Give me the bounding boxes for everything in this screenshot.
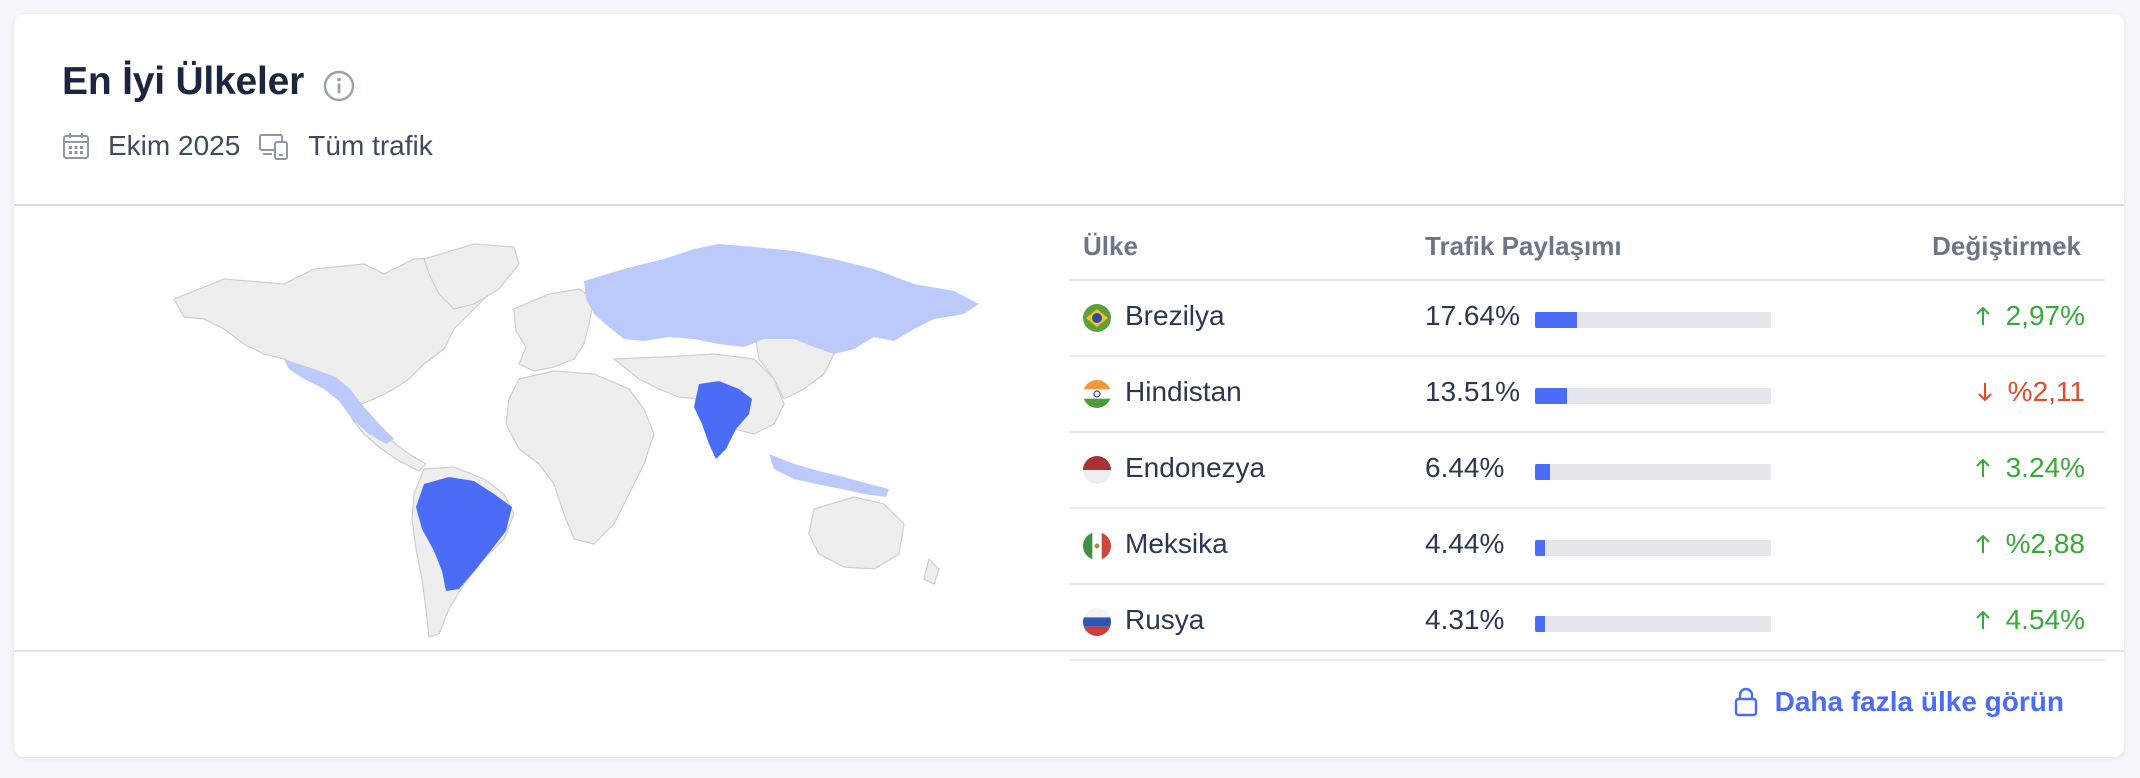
table-row[interactable]: Hindistan 13.51% %2,11 bbox=[1069, 357, 2105, 433]
russia-flag-icon bbox=[1083, 608, 1111, 636]
header-divider bbox=[14, 204, 2124, 206]
world-map bbox=[173, 243, 979, 638]
country-name: Hindistan bbox=[1125, 376, 1242, 407]
card-title: En İyi Ülkeler bbox=[62, 60, 305, 103]
map-africa bbox=[505, 370, 655, 545]
country-name: Brezilya bbox=[1125, 300, 1225, 331]
top-countries-card: En İyi Ülkeler Ekim 2025 Tüm trafik Ülke… bbox=[14, 14, 2124, 757]
country-name: Meksika bbox=[1125, 528, 1228, 559]
change-text: 4.54% bbox=[2005, 604, 2085, 635]
share-bar-fill bbox=[1535, 464, 1551, 480]
card-meta: Ekim 2025 Tüm trafik bbox=[62, 126, 433, 166]
change-text: %2,88 bbox=[2005, 528, 2085, 559]
column-header-share: Trafik Paylaşımı bbox=[1425, 231, 1622, 261]
column-header-change: Değiştirmek bbox=[1932, 231, 2081, 261]
arrow-up-icon bbox=[1975, 306, 1990, 325]
map-europe bbox=[513, 288, 595, 372]
share-bar bbox=[1535, 616, 1771, 632]
share-value: 13.51% bbox=[1425, 376, 1520, 407]
share-bar bbox=[1535, 312, 1771, 328]
arrow-up-icon bbox=[1975, 534, 1990, 553]
column-header-country: Ülke bbox=[1083, 231, 1138, 261]
map-australia bbox=[808, 496, 905, 570]
country-name: Endonezya bbox=[1125, 452, 1266, 483]
change-value: 4.54% bbox=[1974, 604, 2085, 636]
change-value: %2,88 bbox=[1974, 528, 2085, 560]
traffic-filter[interactable]: Tüm trafik bbox=[258, 130, 433, 162]
table-row[interactable]: Brezilya 17.64% 2,97% bbox=[1069, 281, 2105, 357]
share-bar-fill bbox=[1535, 540, 1546, 556]
share-bar-fill bbox=[1535, 616, 1546, 632]
india-flag-icon bbox=[1083, 380, 1111, 408]
map-russia bbox=[584, 244, 979, 354]
share-bar-fill bbox=[1535, 312, 1577, 328]
date-filter[interactable]: Ekim 2025 bbox=[62, 130, 240, 162]
lock-icon bbox=[1734, 687, 1757, 717]
share-value: 4.44% bbox=[1425, 528, 1505, 559]
arrow-up-icon bbox=[1975, 458, 1990, 477]
table-row[interactable]: Meksika 4.44% %2,88 bbox=[1069, 509, 2105, 585]
map-india bbox=[694, 381, 752, 459]
date-label: Ekim 2025 bbox=[108, 130, 241, 161]
footer-divider bbox=[14, 650, 2124, 652]
info-icon[interactable] bbox=[322, 69, 356, 103]
see-more-countries-button[interactable]: Daha fazla ülke görün bbox=[1733, 686, 2064, 718]
share-bar-fill bbox=[1535, 388, 1567, 404]
calendar-icon bbox=[63, 133, 89, 159]
share-value: 4.31% bbox=[1425, 604, 1505, 635]
share-value: 6.44% bbox=[1425, 452, 1505, 483]
indonesia-flag-icon bbox=[1083, 456, 1111, 484]
mexico-flag-icon bbox=[1083, 532, 1111, 560]
see-more-label: Daha fazla ülke görün bbox=[1774, 686, 2064, 717]
change-value: 3.24% bbox=[1974, 452, 2085, 484]
brazil-flag-icon bbox=[1083, 304, 1111, 332]
change-value: %2,11 bbox=[1976, 376, 2085, 408]
share-value: 17.64% bbox=[1425, 300, 1520, 331]
devices-icon bbox=[259, 134, 289, 160]
share-bar bbox=[1535, 540, 1771, 556]
change-text: 2,97% bbox=[2005, 300, 2085, 331]
change-value: 2,97% bbox=[1974, 300, 2085, 332]
arrow-up-icon bbox=[1975, 610, 1990, 629]
map-new-zealand bbox=[923, 557, 940, 585]
change-text: 3.24% bbox=[2005, 452, 2085, 483]
table-header: Ülke Trafik Paylaşımı Değiştirmek bbox=[1069, 219, 2105, 281]
map-indonesia bbox=[769, 454, 889, 497]
country-table: Ülke Trafik Paylaşımı Değiştirmek Brezil… bbox=[1069, 219, 2105, 661]
arrow-down-icon bbox=[1977, 383, 1992, 402]
share-bar bbox=[1535, 388, 1771, 404]
share-bar bbox=[1535, 464, 1771, 480]
table-row[interactable]: Endonezya 6.44% 3.24% bbox=[1069, 433, 2105, 509]
traffic-label: Tüm trafik bbox=[308, 130, 433, 161]
country-name: Rusya bbox=[1125, 604, 1205, 635]
change-text: %2,11 bbox=[2007, 376, 2085, 407]
